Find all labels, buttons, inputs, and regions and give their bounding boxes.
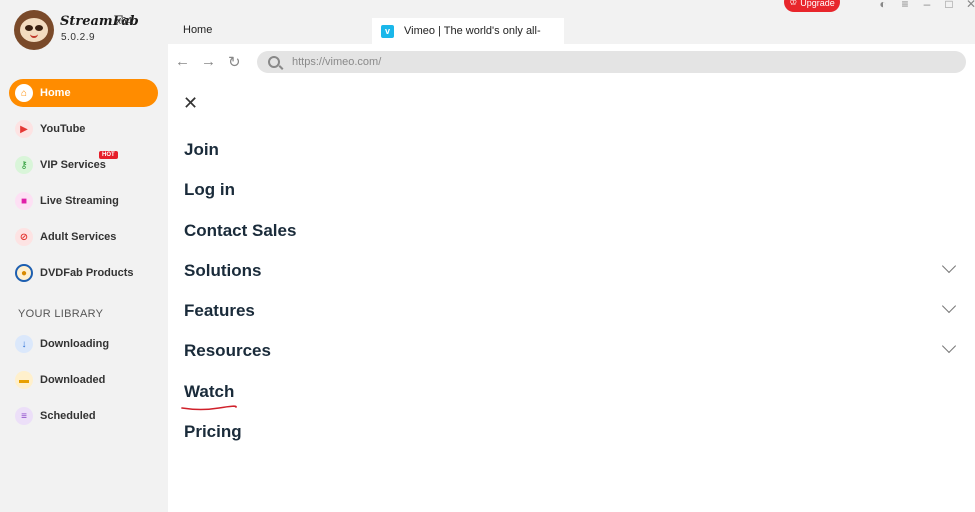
library-heading: YOUR LIBRARY [18,308,104,320]
menu-item-log-in[interactable]: Log in [184,178,964,218]
sidebar-item-vip-services[interactable]: ⚷ VIP Services HOT [9,151,158,179]
tab-bar: Home v Vimeo | The world's only all- ♔ U… [168,0,975,44]
vimeo-menu: Join Log in Contact Sales Solutions Feat… [181,138,964,460]
crown-icon: ♔ [789,0,798,7]
menu-item-contact-sales[interactable]: Contact Sales [184,219,964,259]
menu-item-resources[interactable]: Resources [184,339,964,379]
search-icon [268,56,280,68]
home-icon: ⌂ [15,84,33,102]
tab-title: Vimeo | The world's only all- [404,25,541,37]
forward-arrow-icon[interactable]: → [201,53,216,70]
sidebar-item-youtube[interactable]: ▶ YouTube [9,115,158,143]
theme-icon[interactable]: ◐ [877,0,889,11]
chevron-down-icon[interactable] [941,258,957,273]
arch-label: x64 [116,16,133,27]
sloth-logo-icon [14,10,54,50]
menu-item-join[interactable]: Join [184,138,964,178]
version-label: 5.0.2.9 [61,32,96,43]
sidebar: StreamFab x64 5.0.2.9 ⌂ Home ▶ YouTube ⚷… [0,0,168,512]
web-content: ✕ Join Log in Contact Sales Solutions Fe… [168,80,975,512]
sidebar-item-downloaded[interactable]: ▬ Downloaded [9,366,158,394]
app-logo: StreamFab x64 5.0.2.9 [14,10,164,52]
sidebar-item-scheduled[interactable]: ≡ Scheduled [9,402,158,430]
sidebar-item-label: Adult Services [40,231,117,243]
menu-item-watch[interactable]: Watch [181,380,964,420]
eighteen-plus-icon: ⊘ [15,228,33,246]
tab-vimeo[interactable]: v Vimeo | The world's only all- [372,18,564,44]
menu-item-solutions[interactable]: Solutions [184,258,964,299]
reload-icon[interactable]: ↻ [228,53,241,71]
menu-icon[interactable]: ≡ [899,0,911,11]
sidebar-item-label: VIP Services [40,159,106,171]
window-controls: ◐ ≡ – □ ✕ [877,0,975,11]
menu-item-features[interactable]: Features [184,299,964,339]
download-arrow-icon: ↓ [15,335,33,353]
video-camera-icon: ■ [15,192,33,210]
sidebar-item-label: Home [40,87,71,99]
minimize-icon[interactable]: – [921,0,933,11]
list-icon: ≡ [15,407,33,425]
sidebar-item-home[interactable]: ⌂ Home [9,79,158,107]
sidebar-item-dvdfab-products[interactable]: ● DVDFab Products [9,259,158,287]
dvdfab-icon: ● [15,264,33,282]
sidebar-item-label: Downloading [40,338,110,350]
maximize-icon[interactable]: □ [943,0,955,11]
tab-home[interactable]: Home [183,24,212,36]
library-nav: ↓ Downloading ▬ Downloaded ≡ Scheduled [9,330,158,438]
sidebar-nav: ⌂ Home ▶ YouTube ⚷ VIP Services HOT ■ Li… [9,79,158,295]
address-bar: ← → ↻ https://vimeo.com/ [168,44,975,80]
chevron-down-icon[interactable] [941,339,957,354]
menu-item-pricing[interactable]: Pricing [184,420,964,460]
key-icon: ⚷ [15,156,33,174]
close-window-icon[interactable]: ✕ [965,0,975,11]
sidebar-item-adult-services[interactable]: ⊘ Adult Services [9,223,158,251]
close-menu-icon[interactable]: ✕ [183,94,198,112]
chevron-down-icon[interactable] [941,299,957,314]
url-text: https://vimeo.com/ [292,56,382,68]
sidebar-item-label: DVDFab Products [40,267,134,279]
sidebar-item-label: Downloaded [40,374,106,386]
sidebar-item-label: Live Streaming [40,195,119,207]
sidebar-item-live-streaming[interactable]: ■ Live Streaming [9,187,158,215]
red-underline-annotation [181,405,237,411]
hot-badge: HOT [99,151,118,159]
upgrade-label: Upgrade [800,0,835,8]
folder-icon: ▬ [15,371,33,389]
back-arrow-icon[interactable]: ← [175,53,190,70]
sidebar-item-label: YouTube [40,123,86,135]
url-input[interactable]: https://vimeo.com/ [257,51,966,73]
upgrade-button[interactable]: ♔ Upgrade [784,0,840,12]
youtube-icon: ▶ [15,120,33,138]
vimeo-favicon-icon: v [381,24,394,38]
sidebar-item-label: Scheduled [40,410,96,422]
sidebar-item-downloading[interactable]: ↓ Downloading [9,330,158,358]
